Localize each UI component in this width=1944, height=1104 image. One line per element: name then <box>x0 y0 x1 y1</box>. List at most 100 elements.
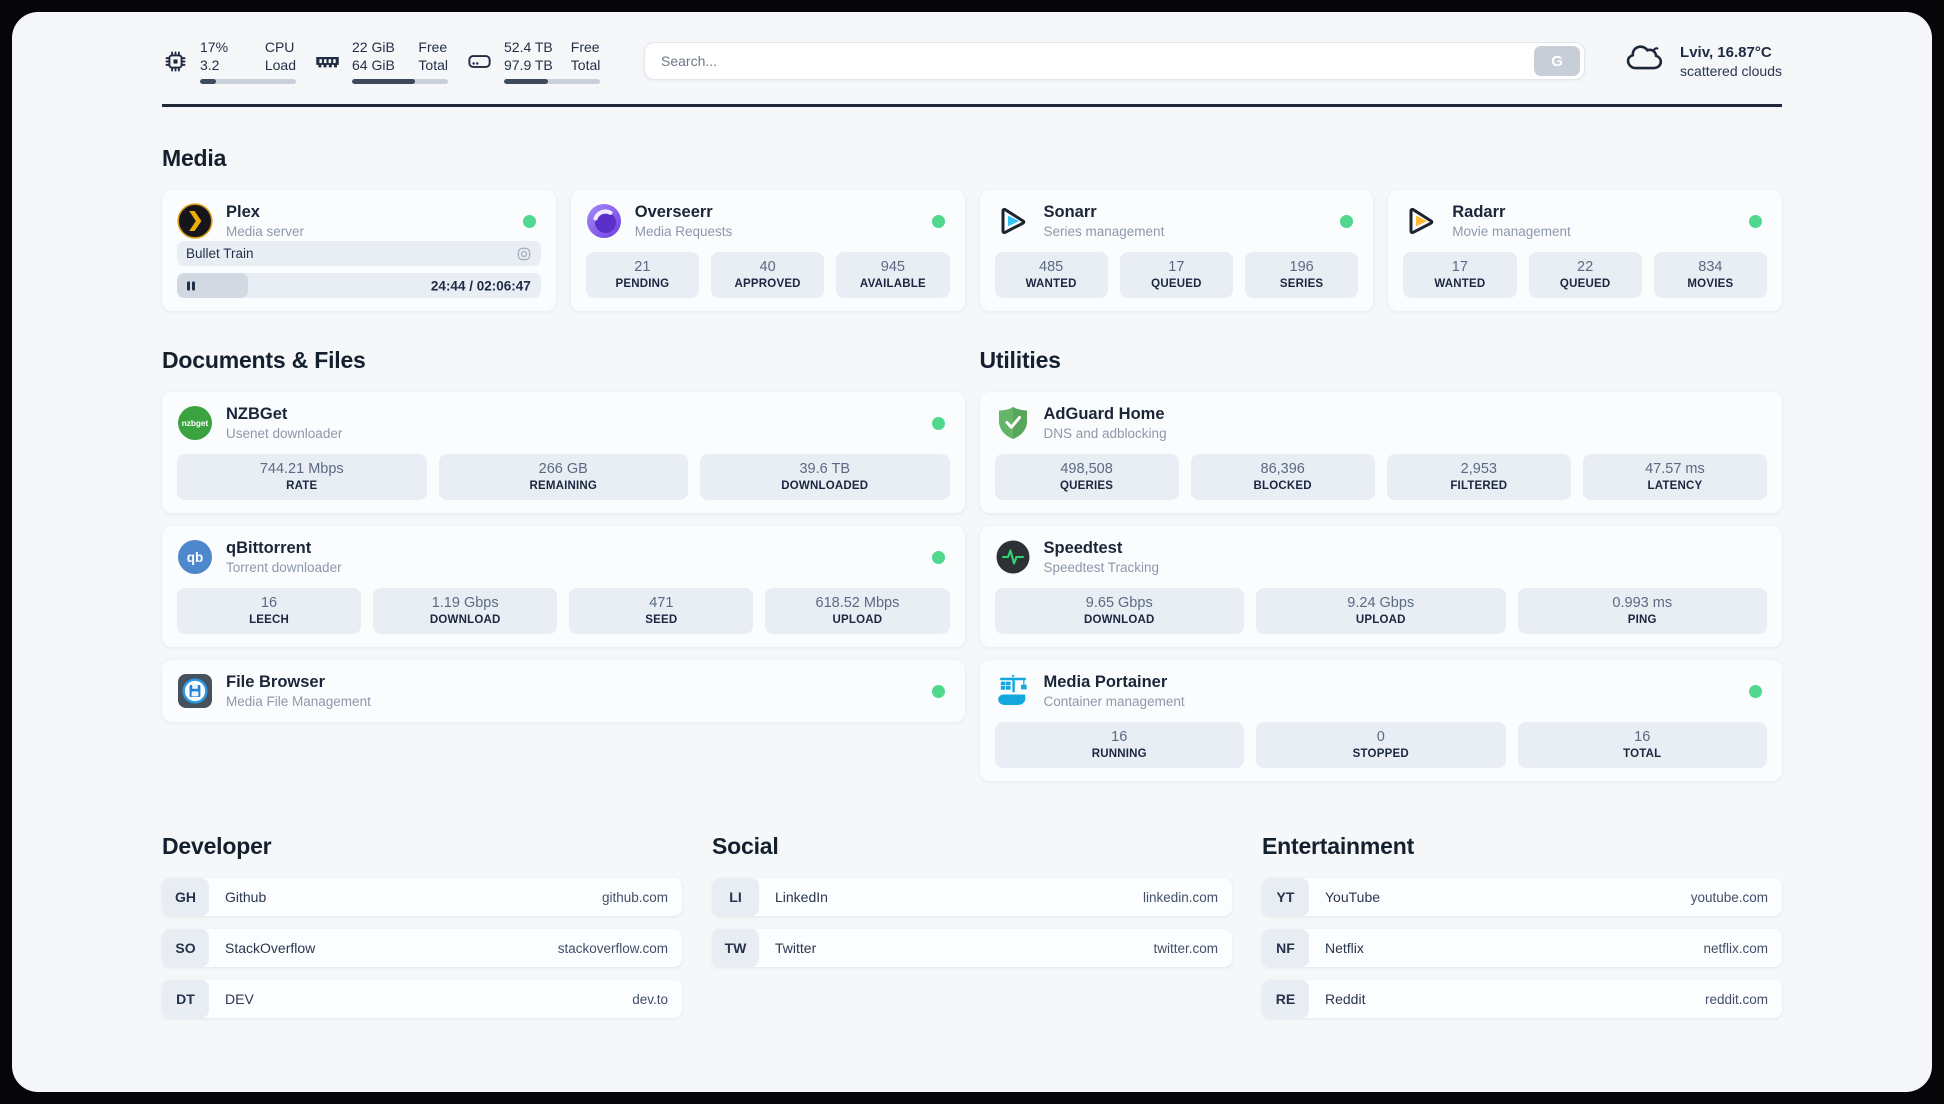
memory-stat-widget: 22 GiB Free 64 GiB Total <box>314 38 448 84</box>
google-search-button[interactable]: G <box>1534 46 1581 76</box>
stat-blocked: 86,396 BLOCKED <box>1190 454 1375 500</box>
section-title-utilities: Utilities <box>979 347 1061 373</box>
link-badge: TW <box>712 929 759 967</box>
filebrowser-icon <box>177 673 213 709</box>
disk-stat-widget: 52.4 TB Free 97.9 TB Total <box>466 38 600 84</box>
app-name: AdGuard Home <box>1043 405 1165 423</box>
pause-icon <box>187 281 195 290</box>
cloud-icon <box>1625 43 1667 79</box>
stat-series: 196 SERIES <box>1245 252 1359 298</box>
app-subtitle: Container management <box>1043 694 1185 709</box>
status-dot <box>931 416 945 430</box>
status-dot <box>1749 684 1762 698</box>
documents-column: Documents & Files nzbget NZBGet Usenet d… <box>162 347 965 781</box>
session-icon <box>516 246 532 262</box>
portainer-icon <box>995 673 1031 709</box>
search-input[interactable] <box>644 42 1586 80</box>
app-card-radarr[interactable]: Radarr Movie management 17 WANTED 22 QUE… <box>1388 190 1782 311</box>
stat-queued: 22 QUEUED <box>1528 252 1642 298</box>
sonarr-icon <box>995 203 1031 239</box>
cpu-icon <box>162 48 189 75</box>
app-subtitle: Torrent downloader <box>226 560 342 575</box>
stat-downloaded: 39.6 TB DOWNLOADED <box>700 454 950 500</box>
app-card-filebrowser[interactable]: File Browser Media File Management <box>162 660 965 722</box>
utilities-column: Utilities AdGuard Home DNS and adblockin… <box>979 347 1782 781</box>
link-row-youtube[interactable]: YT YouTube youtube.com <box>1262 878 1782 916</box>
entertainment-section: Entertainment YT YouTube youtube.com NF … <box>1262 833 1782 1018</box>
now-playing-title: Bullet Train <box>186 246 254 261</box>
header-divider <box>162 104 1782 107</box>
app-name: File Browser <box>226 673 326 691</box>
stat-running: 16 RUNNING <box>994 722 1244 768</box>
section-title-media: Media <box>162 145 227 171</box>
top-bar: 17% CPU 3.2 Load 22 GiB Free 64 GiB Tota… <box>162 12 1782 84</box>
app-subtitle: Media Requests <box>634 224 733 239</box>
stat-rate: 744.21 Mbps RATE <box>177 454 427 500</box>
radarr-icon <box>1403 203 1439 239</box>
status-dot <box>1340 214 1354 228</box>
link-row-linkedin[interactable]: LI LinkedIn linkedin.com <box>712 878 1232 916</box>
plex-icon <box>177 203 213 239</box>
adguard-icon <box>995 405 1031 441</box>
stat-filtered: 2,953 FILTERED <box>1386 454 1571 500</box>
app-card-plex[interactable]: Plex Media server Bullet Train 24:44 / 0… <box>162 190 556 311</box>
status-dot <box>931 550 945 564</box>
link-row-twitter[interactable]: TW Twitter twitter.com <box>712 929 1232 967</box>
memory-free-value: 22 GiB <box>352 39 395 55</box>
link-badge: SO <box>162 929 209 967</box>
disk-label-bottom: Total <box>570 57 601 73</box>
stat-wanted: 485 WANTED <box>994 252 1108 298</box>
media-grid: Plex Media server Bullet Train 24:44 / 0… <box>162 190 1782 311</box>
social-section: Social LI LinkedIn linkedin.com TW Twitt… <box>712 833 1232 1018</box>
weather-widget: Lviv, 16.87°C scattered clouds <box>1625 43 1782 79</box>
stat-upload: 618.52 Mbps UPLOAD <box>765 588 950 634</box>
section-title-documents: Documents & Files <box>162 347 366 373</box>
disk-total-value: 97.9 TB <box>504 57 553 73</box>
section-title-developer: Developer <box>162 833 272 859</box>
app-subtitle: Media server <box>226 224 305 239</box>
system-stats: 17% CPU 3.2 Load 22 GiB Free 64 GiB Tota… <box>162 38 600 84</box>
link-row-stackoverflow[interactable]: SO StackOverflow stackoverflow.com <box>162 929 682 967</box>
app-name: Overseerr <box>634 203 713 221</box>
stat-wanted: 17 WANTED <box>1403 252 1517 298</box>
overseerr-icon <box>586 203 622 239</box>
app-card-sonarr[interactable]: Sonarr Series management 485 WANTED 17 Q… <box>979 190 1374 311</box>
app-name: Sonarr <box>1043 203 1097 221</box>
app-card-speedtest[interactable]: Speedtest Speedtest Tracking 9.65 Gbps D… <box>979 526 1782 647</box>
stat-ping: 0.993 ms PING <box>1517 588 1767 634</box>
disk-icon <box>466 48 493 75</box>
link-row-github[interactable]: GH Github github.com <box>162 878 682 916</box>
weather-condition: scattered clouds <box>1680 62 1782 79</box>
app-name: Plex <box>226 203 260 221</box>
memory-label-top: Free <box>418 39 448 55</box>
svg-text:qb: qb <box>187 550 204 565</box>
app-name: Speedtest <box>1043 539 1123 557</box>
playback-time: 24:44 / 02:06:47 <box>430 278 531 293</box>
stat-queries: 498,508 QUERIES <box>994 454 1179 500</box>
app-card-portainer[interactable]: Media Portainer Container management 16 … <box>979 660 1782 781</box>
disk-free-value: 52.4 TB <box>504 39 553 55</box>
app-card-nzbget[interactable]: nzbget NZBGet Usenet downloader 744.21 M… <box>162 392 965 513</box>
app-name: qBittorrent <box>226 539 312 557</box>
link-badge: NF <box>1262 929 1309 967</box>
app-card-overseerr[interactable]: Overseerr Media Requests 21 PENDING 40 A… <box>570 190 965 311</box>
stat-stopped: 0 STOPPED <box>1256 722 1506 768</box>
stat-download: 9.65 Gbps DOWNLOAD <box>994 588 1244 634</box>
link-badge: LI <box>712 878 759 916</box>
app-card-adguard[interactable]: AdGuard Home DNS and adblocking 498,508 … <box>979 392 1782 513</box>
stat-pending: 21 PENDING <box>585 252 699 298</box>
disk-progress-bar <box>504 79 600 84</box>
cpu-load-value: 3.2 <box>200 57 220 73</box>
stat-approved: 40 APPROVED <box>711 252 825 298</box>
link-row-reddit[interactable]: RE Reddit reddit.com <box>1262 980 1782 1018</box>
link-row-netflix[interactable]: NF Netflix netflix.com <box>1262 929 1782 967</box>
now-playing-row: Bullet Train <box>177 241 541 266</box>
app-name: Radarr <box>1452 203 1506 221</box>
stat-download: 1.19 Gbps DOWNLOAD <box>373 588 558 634</box>
link-row-dev[interactable]: DT DEV dev.to <box>162 980 682 1018</box>
stat-total: 16 TOTAL <box>1517 722 1767 768</box>
section-title-entertainment: Entertainment <box>1262 833 1415 859</box>
app-subtitle: Series management <box>1043 224 1165 239</box>
memory-total-value: 64 GiB <box>352 57 395 73</box>
app-card-qbittorrent[interactable]: qb qBittorrent Torrent downloader 16 LEE… <box>162 526 965 647</box>
